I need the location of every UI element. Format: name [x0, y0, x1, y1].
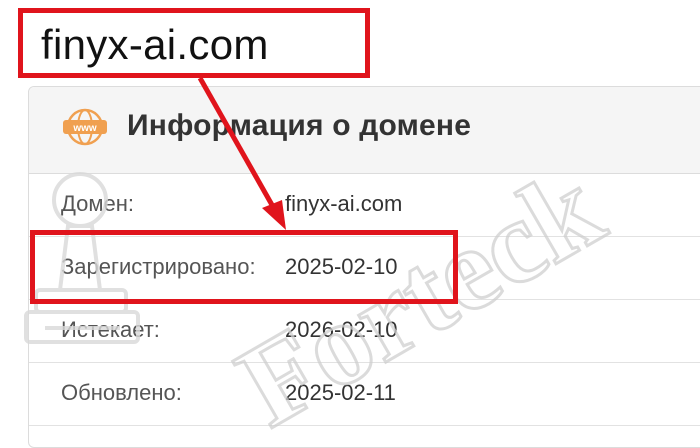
- panel-title: Информация о домене: [127, 109, 472, 142]
- www-icon: www: [63, 108, 107, 146]
- row-domain: Домен: finyx-ai.com: [29, 174, 700, 237]
- www-icon-text: www: [72, 123, 97, 134]
- registered-highlight-box: [30, 230, 458, 304]
- callout-text: finyx-ai.com: [41, 21, 269, 68]
- row-label: Истекает:: [61, 317, 160, 342]
- row-value: 2026-02-10: [285, 317, 398, 342]
- domain-callout-box: finyx-ai.com: [18, 8, 370, 78]
- row-updated: Обновлено: 2025-02-11: [29, 363, 700, 426]
- row-label: Домен:: [61, 191, 135, 216]
- row-label: Обновлено:: [61, 380, 182, 405]
- row-expires: Истекает: 2026-02-10: [29, 300, 700, 363]
- row-value: 2025-02-11: [285, 380, 396, 405]
- panel-header: www Информация о домене: [29, 87, 700, 174]
- row-value: finyx-ai.com: [285, 191, 403, 216]
